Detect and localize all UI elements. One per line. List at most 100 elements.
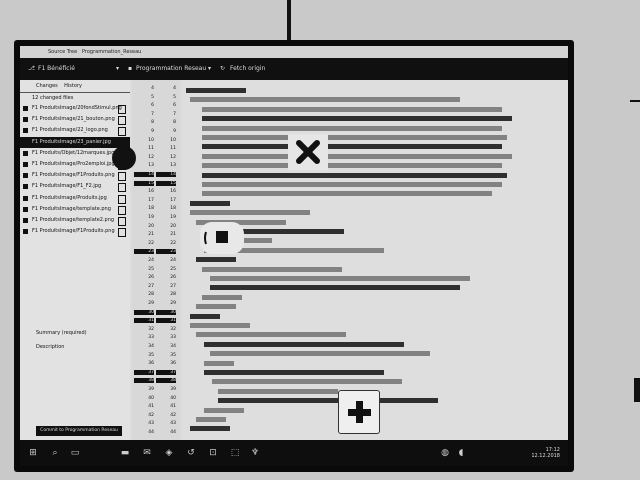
- tab-history[interactable]: History: [64, 83, 82, 89]
- code-line: [202, 116, 512, 122]
- checkbox-icon[interactable]: [23, 173, 28, 179]
- code-line: [202, 182, 502, 187]
- code-line: [210, 285, 460, 291]
- description-field[interactable]: Description: [36, 344, 130, 358]
- old-line-number: 16: [148, 189, 154, 195]
- changed-file-item[interactable]: F1 ProduitsImage/F1Produits.png: [20, 226, 130, 238]
- old-line-number: 28: [148, 292, 154, 298]
- new-line-number: 43: [170, 421, 176, 427]
- old-line-number: 31: [134, 318, 154, 324]
- new-line-number: 28: [170, 292, 176, 298]
- old-line-number: 38: [134, 378, 154, 384]
- blob-overlay: [112, 146, 136, 170]
- old-line-number: 4: [151, 86, 154, 91]
- old-line-number: 40: [148, 395, 154, 401]
- app-icon[interactable]: ⊡: [208, 448, 218, 458]
- file-status-icon: [118, 127, 126, 137]
- changed-file-item[interactable]: F1 ProduitsImage/21_bouton.png: [20, 114, 130, 126]
- old-line-number: 17: [148, 197, 154, 203]
- new-line-number: 20: [170, 223, 176, 229]
- new-line-number: 10: [170, 137, 176, 143]
- code-line: [190, 200, 230, 206]
- commit-form: Summary (required) Description: [20, 330, 130, 358]
- checkbox-icon[interactable]: [23, 184, 28, 190]
- volume-icon[interactable]: ◖: [456, 448, 466, 458]
- file-name: F1 ProduitsImage/20fondStimul.png: [32, 105, 122, 111]
- current-repository-button[interactable]: Programmation Reseau: [136, 58, 206, 80]
- checkbox-icon[interactable]: [23, 206, 28, 212]
- changed-file-item[interactable]: F1 ProduitsImage/template2.png: [20, 215, 130, 226]
- repo-icon: ▪: [128, 65, 133, 72]
- branch-icon: ⎇: [28, 65, 35, 72]
- old-line-number: 11: [148, 146, 154, 152]
- checkbox-icon[interactable]: [23, 195, 28, 201]
- new-line-number: 15: [156, 180, 176, 186]
- old-line-number: 36: [148, 361, 154, 367]
- code-line: [202, 172, 507, 178]
- file-name: F1 ProduitsImage/21_bouton.png: [32, 116, 115, 123]
- new-line-number: 27: [170, 283, 176, 289]
- new-line-number: 33: [170, 335, 176, 341]
- app-icon[interactable]: ⬚: [230, 448, 240, 458]
- old-line-number: 14: [134, 172, 154, 177]
- changed-file-item[interactable]: F1 ProduitsImage/20fondStimul.png: [20, 103, 130, 114]
- record-icon[interactable]: [200, 222, 244, 254]
- add-icon[interactable]: [338, 390, 380, 434]
- commit-button[interactable]: Commit to Programmation Reseau: [36, 426, 122, 436]
- new-line-number: 35: [170, 352, 176, 358]
- old-line-number: 41: [148, 404, 154, 410]
- old-line-number: 19: [148, 215, 154, 220]
- changed-file-item[interactable]: F1 ProduitsImage/Produits.jpg: [20, 193, 130, 204]
- new-line-number: 11: [170, 146, 176, 152]
- new-line-number: 14: [156, 172, 176, 177]
- checkbox-icon[interactable]: [23, 161, 28, 167]
- checkbox-icon[interactable]: [23, 229, 28, 235]
- new-line-number: 26: [170, 275, 176, 281]
- code-editor[interactable]: [182, 80, 568, 440]
- code-line: [202, 125, 502, 131]
- changed-file-item[interactable]: F1 ProduitsImage/template.png: [20, 204, 130, 215]
- changed-file-item[interactable]: F1 ProduitsImage/23_panier.jpg: [20, 136, 130, 148]
- network-icon[interactable]: ◍: [440, 448, 450, 458]
- new-line-number: 38: [156, 378, 176, 384]
- windows-start-icon[interactable]: ⊞: [28, 448, 38, 458]
- folder-icon[interactable]: ▬: [120, 448, 130, 458]
- checkbox-icon[interactable]: [23, 217, 28, 223]
- new-line-number: 22: [170, 240, 176, 246]
- file-status-icon: [118, 194, 126, 204]
- old-line-number: 20: [148, 223, 154, 229]
- checkbox-icon[interactable]: [23, 128, 28, 134]
- code-line: [202, 294, 242, 300]
- chevron-down-icon: ▾: [116, 65, 120, 72]
- changed-file-item[interactable]: F1 ProduitsImage/F1Produits.png: [20, 170, 130, 182]
- checkbox-icon[interactable]: [23, 139, 28, 145]
- checkbox-icon[interactable]: [23, 150, 28, 156]
- app-icon[interactable]: ↺: [186, 448, 196, 458]
- changed-file-item[interactable]: F1 ProduitsImage/22_logo.png: [20, 125, 130, 137]
- code-line: [210, 351, 430, 357]
- fetch-origin-button[interactable]: Fetch origin: [230, 58, 265, 80]
- app-icon[interactable]: ◈: [164, 448, 174, 458]
- new-line-number: 7: [173, 111, 176, 117]
- search-icon[interactable]: ⌕: [50, 448, 60, 458]
- app-icon[interactable]: ♆: [250, 448, 260, 458]
- file-name: F1 ProduitsImage/Produits.jpg: [32, 194, 107, 201]
- new-line-number: 41: [170, 404, 176, 410]
- checkbox-icon[interactable]: [23, 106, 28, 111]
- old-line-number: 22: [148, 240, 154, 246]
- old-line-number: 8: [151, 120, 154, 126]
- checkbox-icon[interactable]: [23, 117, 28, 123]
- changed-file-item[interactable]: F1 ProduitsImage/F1_F2.jpg: [20, 181, 130, 193]
- code-line: [196, 257, 236, 263]
- toolbar: ⎇ F1 Bénéficié ▾ ▪ Programmation Reseau …: [20, 58, 568, 80]
- mail-icon[interactable]: ✉: [142, 448, 152, 458]
- system-clock[interactable]: 17:12 12.12.2018: [531, 447, 560, 459]
- code-line: [212, 379, 402, 385]
- tab-changes[interactable]: Changes: [36, 83, 58, 89]
- current-branch-button[interactable]: F1 Bénéficié: [38, 58, 75, 80]
- file-name: F1 ProduitsImage/F1Produits.png: [32, 228, 115, 235]
- summary-field[interactable]: Summary (required): [36, 330, 130, 344]
- task-view-icon[interactable]: ▭: [70, 448, 80, 458]
- new-line-number: 21: [170, 232, 176, 238]
- close-icon[interactable]: [288, 134, 328, 170]
